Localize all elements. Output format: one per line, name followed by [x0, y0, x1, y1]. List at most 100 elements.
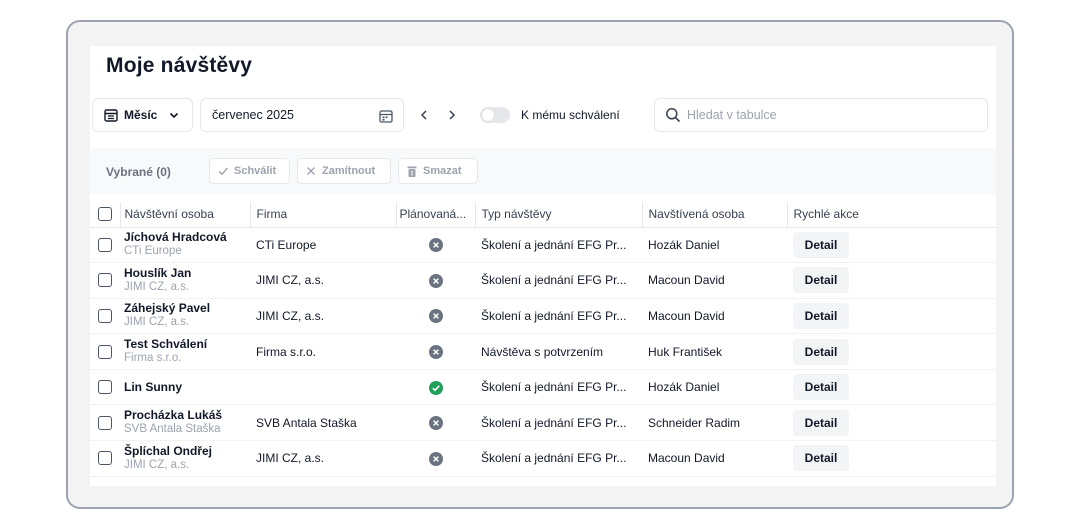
calendar-grid-icon	[104, 109, 118, 122]
column-header[interactable]: Firma	[249, 202, 396, 228]
planned-status-cell	[396, 369, 475, 406]
row-checkbox[interactable]	[98, 237, 112, 252]
company-cell: JIMI CZ, a.s.	[250, 298, 396, 335]
detail-button[interactable]: Detail	[793, 409, 849, 436]
table-row[interactable]: Test Schválení Firma s.r.o. Firma s.r.o. Ná…	[90, 333, 996, 370]
visitor-company: Firma s.r.o.	[124, 352, 182, 365]
quick-actions-cell: Detail	[787, 369, 996, 406]
table-row[interactable]: Jíchová Hradcová CTi Europe CTi Europe Škol…	[90, 227, 996, 264]
host-cell: Schneider Radim	[642, 404, 787, 442]
reject-button[interactable]: Zamítnout	[297, 158, 391, 184]
chevron-right-icon	[449, 110, 456, 120]
chevron-down-icon	[170, 112, 179, 119]
x-circle-icon	[428, 451, 443, 466]
planned-status-cell	[396, 333, 475, 370]
detail-button[interactable]: Detail	[793, 231, 849, 258]
table-row[interactable]: Procházka Lukáš SVB Antala Staška SVB Anta…	[90, 404, 996, 442]
row-checkbox[interactable]	[98, 451, 112, 466]
close-icon	[307, 167, 315, 175]
detail-button[interactable]: Detail	[793, 338, 849, 365]
page-title: Moje návštěvy	[106, 54, 253, 77]
visitor-cell: Test Schválení Firma s.r.o.	[120, 333, 250, 370]
visitor-cell: Houslík Jan JIMI CZ, a.s.	[120, 262, 250, 299]
host-cell: Macoun David	[642, 298, 787, 335]
visitor-company: SVB Antala Staška	[124, 423, 221, 436]
visitor-cell: Jíchová Hradcová CTi Europe	[120, 227, 250, 264]
visitor-name: Lin Sunny	[124, 379, 182, 394]
status-badge	[428, 380, 443, 395]
detail-button[interactable]: Detail	[793, 374, 849, 401]
table-header-row: Návštěvní osoba Firma Plánovaná... Typ n…	[90, 202, 996, 228]
detail-button[interactable]: Detail	[793, 267, 849, 294]
approval-toggle[interactable]	[480, 107, 510, 123]
x-circle-icon	[428, 309, 443, 324]
approval-toggle-label: K mému schválení	[521, 108, 620, 122]
company-cell: JIMI CZ, a.s.	[250, 262, 396, 299]
visitor-name: Houslík Jan	[124, 265, 192, 280]
company-cell	[250, 369, 396, 406]
row-checkbox[interactable]	[98, 273, 112, 288]
host-cell: Hozák Daniel	[642, 369, 787, 406]
planned-status-cell	[396, 262, 475, 299]
check-circle-icon	[428, 380, 443, 395]
approve-button[interactable]: Schválit	[209, 158, 290, 184]
visit-type-cell: Návštěva s potvrzením	[475, 333, 642, 370]
company-cell: JIMI CZ, a.s.	[250, 440, 396, 477]
x-circle-icon	[428, 273, 443, 288]
row-checkbox[interactable]	[98, 380, 112, 395]
select-all-checkbox[interactable]	[98, 207, 112, 222]
visitor-name: Jíchová Hradcová	[124, 230, 227, 245]
visitor-company: JIMI CZ, a.s.	[124, 316, 190, 329]
column-header[interactable]: Návštěvní osoba	[119, 202, 250, 228]
column-header: Rychlé akce	[786, 202, 996, 228]
visitor-company: JIMI CZ, a.s.	[124, 458, 190, 471]
date-picker-field[interactable]: červenec 2025	[200, 98, 404, 132]
planned-status-cell	[396, 440, 475, 477]
date-value: červenec 2025	[212, 108, 295, 122]
detail-button[interactable]: Detail	[793, 445, 849, 472]
visitor-name: Záhejský Pavel	[124, 301, 211, 316]
row-select-cell	[90, 369, 120, 406]
next-period-button[interactable]	[444, 106, 460, 124]
column-header[interactable]: Typ návštěvy	[474, 202, 642, 228]
search-input[interactable]: Hledat v tabulce	[654, 98, 988, 132]
visits-panel: Moje návštěvy Měsíc červenec 2025 K mému…	[90, 46, 996, 486]
visitor-name: Šplíchal Ondřej	[124, 443, 213, 458]
prev-period-button[interactable]	[416, 106, 432, 124]
quick-actions-cell: Detail	[787, 262, 996, 299]
host-cell: Macoun David	[642, 262, 787, 299]
row-checkbox[interactable]	[98, 344, 112, 359]
select-all-cell	[90, 202, 120, 228]
toolbar: Měsíc červenec 2025 K mému schválení Hle…	[90, 98, 996, 132]
delete-label: Smazat	[423, 165, 462, 177]
column-header[interactable]: Plánovaná...	[395, 202, 475, 228]
table-row[interactable]: Houslík Jan JIMI CZ, a.s. JIMI CZ, a.s. Ško…	[90, 262, 996, 299]
quick-actions-cell: Detail	[787, 440, 996, 477]
visitor-name: Test Schválení	[124, 337, 208, 352]
planned-status-cell	[396, 227, 475, 264]
row-checkbox[interactable]	[98, 415, 112, 430]
delete-button[interactable]: Smazat	[398, 158, 478, 184]
table-row[interactable]: Záhejský Pavel JIMI CZ, a.s. JIMI CZ, a.s.…	[90, 298, 996, 335]
status-badge	[428, 273, 443, 288]
x-circle-icon	[428, 416, 443, 431]
period-label: Měsíc	[124, 108, 158, 122]
trash-icon	[407, 166, 417, 177]
visitor-cell: Záhejský Pavel JIMI CZ, a.s.	[120, 298, 250, 335]
host-cell: Huk František	[642, 333, 787, 370]
search-placeholder: Hledat v tabulce	[687, 108, 777, 122]
calendar-icon[interactable]	[379, 109, 393, 123]
visit-type-cell: Školení a jednání EFG Pr...	[475, 404, 642, 442]
visitor-company: JIMI CZ, a.s.	[124, 280, 190, 293]
detail-button[interactable]: Detail	[793, 302, 849, 329]
row-checkbox[interactable]	[98, 308, 112, 323]
visit-type-cell: Školení a jednání EFG Pr...	[475, 298, 642, 335]
host-cell: Macoun David	[642, 440, 787, 477]
table-row[interactable]: Lin Sunny Školení a jednání EFG Pr... Hozá…	[90, 369, 996, 406]
visitor-cell: Lin Sunny	[120, 369, 250, 406]
app-window: Moje návštěvy Měsíc červenec 2025 K mému…	[66, 20, 1014, 509]
status-badge	[428, 309, 443, 324]
table-row[interactable]: Šplíchal Ondřej JIMI CZ, a.s. JIMI CZ, a.s…	[90, 440, 996, 477]
period-dropdown[interactable]: Měsíc	[92, 98, 193, 132]
column-header[interactable]: Navštívená osoba	[641, 202, 787, 228]
